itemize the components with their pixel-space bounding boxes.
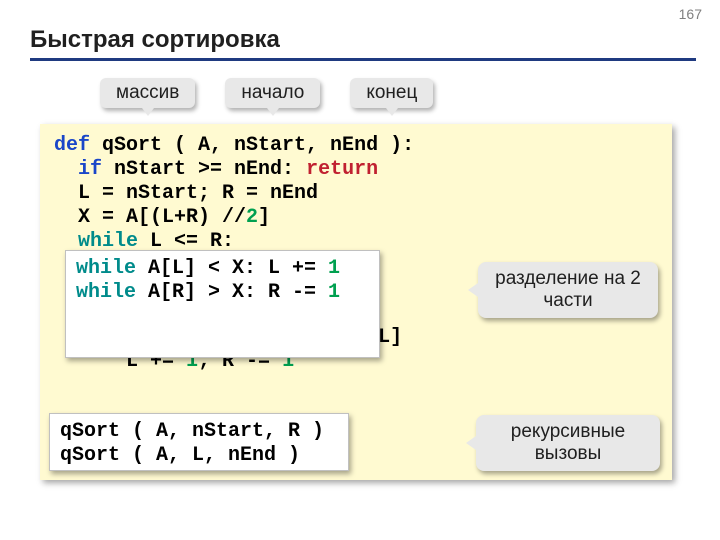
param-labels: массив начало конец	[100, 78, 433, 108]
page-number: 167	[679, 6, 702, 22]
page-title: Быстрая сортировка	[30, 26, 280, 54]
label-array: массив	[100, 78, 195, 108]
title-rule	[30, 58, 696, 61]
inner-box-recursive-calls: qSort ( A, nStart, R ) qSort ( A, L, nEn…	[49, 413, 349, 471]
label-start: начало	[225, 78, 320, 108]
label-end: конец	[350, 78, 433, 108]
callout-split: разделение на 2 части	[478, 262, 658, 318]
callout-recursive: рекурсивные вызовы	[476, 415, 660, 471]
inner-box-pointer-moves: while A[L] < X: L += 1 while A[R] > X: R…	[65, 250, 380, 358]
